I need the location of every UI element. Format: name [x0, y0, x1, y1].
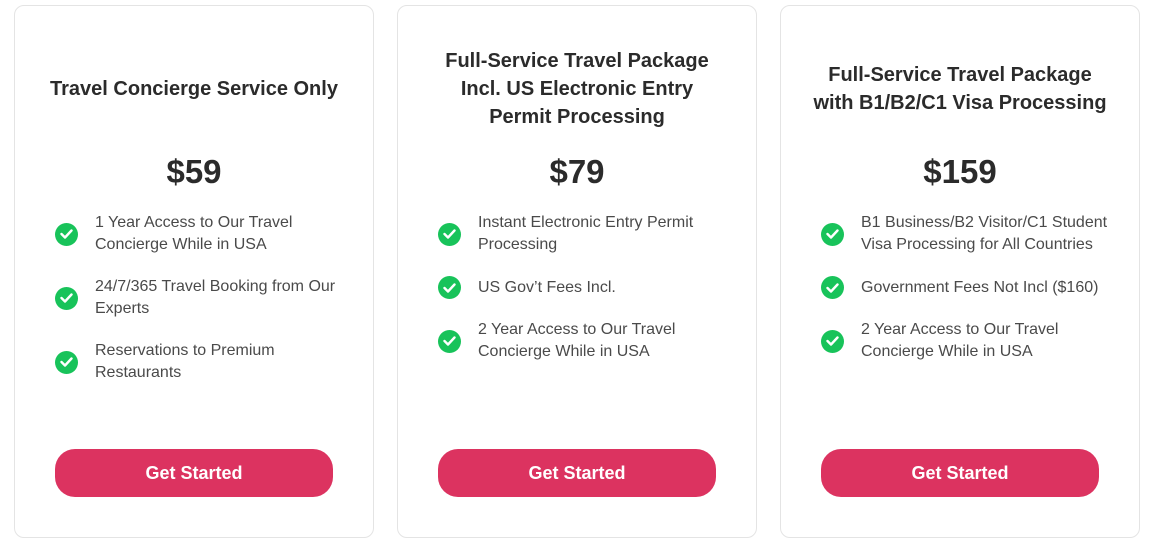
feature-text: B1 Business/B2 Visitor/C1 Student Visa P… [861, 214, 1108, 253]
check-circle-icon [55, 350, 78, 374]
plan-title: Full-Service Travel Package Incl. US Ele… [445, 50, 709, 128]
pricing-card-visa: Full-Service Travel Package with B1/B2/C… [780, 5, 1140, 538]
check-circle-icon [55, 286, 78, 310]
check-circle-icon [821, 276, 844, 299]
check-circle-icon [438, 276, 461, 299]
feature-text: Reservations to Premium Restaurants [95, 342, 275, 381]
feature-text: Instant Electronic Entry Permit Processi… [478, 214, 694, 253]
get-started-button[interactable]: Get Started [438, 449, 716, 497]
plan-price: $159 [923, 153, 997, 190]
feature-item: 2 Year Access to Our Travel Concierge Wh… [438, 319, 732, 363]
feature-item: B1 Business/B2 Visitor/C1 Student Visa P… [821, 212, 1115, 256]
check-circle-icon [55, 222, 78, 246]
feature-list: Instant Electronic Entry Permit Processi… [438, 212, 732, 383]
feature-item: Government Fees Not Incl ($160) [821, 276, 1115, 299]
feature-list: B1 Business/B2 Visitor/C1 Student Visa P… [821, 212, 1115, 383]
get-started-button[interactable]: Get Started [821, 449, 1099, 497]
check-circle-icon [821, 329, 844, 353]
feature-text: 24/7/365 Travel Booking from Our Experts [95, 278, 336, 317]
feature-item: Reservations to Premium Restaurants [55, 340, 349, 384]
feature-list: 1 Year Access to Our Travel Concierge Wh… [55, 212, 349, 404]
plan-title: Travel Concierge Service Only [50, 78, 338, 100]
check-circle-icon [821, 222, 844, 246]
feature-item: 24/7/365 Travel Booking from Our Experts [55, 276, 349, 320]
check-circle-icon [438, 329, 461, 353]
feature-item: 1 Year Access to Our Travel Concierge Wh… [55, 212, 349, 256]
plan-title: Full-Service Travel Package with B1/B2/C… [813, 64, 1107, 114]
plan-price: $79 [549, 153, 605, 190]
feature-text: Government Fees Not Incl ($160) [861, 278, 1099, 296]
feature-text: 1 Year Access to Our Travel Concierge Wh… [95, 214, 293, 253]
pricing-card-entry-permit: Full-Service Travel Package Incl. US Ele… [397, 5, 757, 538]
feature-item: 2 Year Access to Our Travel Concierge Wh… [821, 319, 1115, 363]
pricing-card-concierge: Travel Concierge Service Only $59 1 Year… [14, 5, 374, 538]
feature-text: 2 Year Access to Our Travel Concierge Wh… [478, 321, 676, 360]
feature-text: US Gov’t Fees Incl. [478, 278, 616, 296]
feature-item: US Gov’t Fees Incl. [438, 276, 732, 299]
plan-price: $59 [166, 153, 222, 190]
get-started-button[interactable]: Get Started [55, 449, 333, 497]
feature-text: 2 Year Access to Our Travel Concierge Wh… [861, 321, 1059, 360]
feature-item: Instant Electronic Entry Permit Processi… [438, 212, 732, 256]
check-circle-icon [438, 222, 461, 246]
